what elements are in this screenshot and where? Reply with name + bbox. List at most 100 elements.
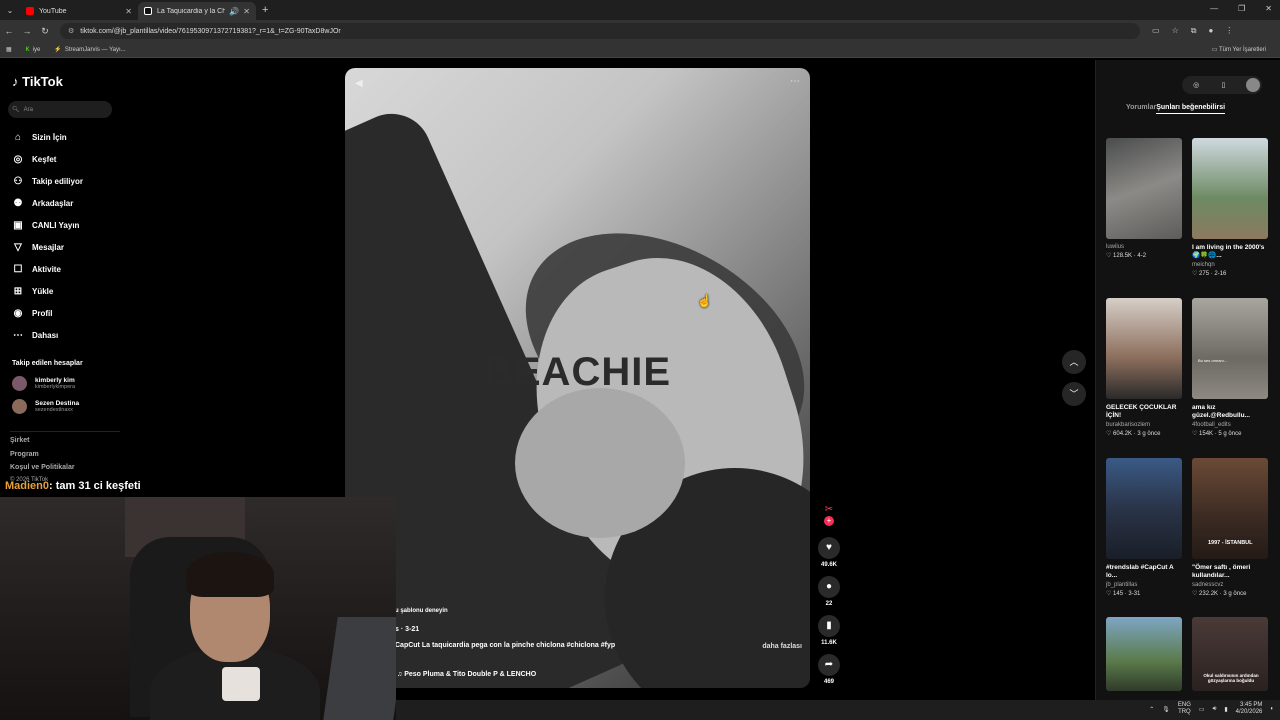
volume-icon[interactable]: ◀ xyxy=(355,78,363,89)
close-icon[interactable]: ✕ xyxy=(125,7,132,16)
close-icon[interactable]: ✕ xyxy=(243,7,250,16)
music-line[interactable]: ♫ Peso Pluma & Tito Double P & LENCHO xyxy=(397,671,536,678)
avatar[interactable] xyxy=(1246,78,1260,92)
cast-icon[interactable]: ▭ xyxy=(1152,26,1160,36)
profile-icon[interactable]: ● xyxy=(1208,26,1213,36)
audio-icon[interactable]: 🔊 xyxy=(229,7,239,16)
chat-username: Madien0 xyxy=(5,480,50,492)
video-thumbnail xyxy=(1106,298,1182,399)
url-field[interactable]: ⚙ tiktok.com/@jb_plantillas/video/761953… xyxy=(60,23,1140,39)
compass-icon[interactable]: ◎ xyxy=(1193,81,1199,89)
recommended-video-card[interactable]: #trendslab #CapCut A lo... jb_plantillas… xyxy=(1106,458,1182,597)
logo-text: TikTok xyxy=(22,74,63,89)
chat-text: : tam 31 ci keşfeti xyxy=(49,480,141,492)
battery-icon[interactable]: ▮ xyxy=(1224,706,1227,713)
tab-youtube[interactable]: YouTube ✕ xyxy=(20,2,138,20)
card-title: #trendslab #CapCut A lo... xyxy=(1106,564,1174,579)
recommended-video-card[interactable]: Okul saldırısının ardından gözyaşlarına … xyxy=(1192,617,1268,691)
apps-icon[interactable]: ▦ xyxy=(6,46,12,53)
home-icon: ⌂ xyxy=(14,131,22,143)
clock[interactable]: 3:45 PM 4/20/2026 xyxy=(1236,702,1263,716)
footer-link-program[interactable]: Program xyxy=(10,451,39,458)
like-count: 49.6K xyxy=(820,562,837,568)
recommended-video-card[interactable] xyxy=(1106,617,1182,691)
nav-item-friends[interactable]: ⚉ Arkadaşlar xyxy=(12,192,83,214)
save-button[interactable]: ▮ 11.6K xyxy=(818,615,840,646)
reload-icon[interactable]: ↻ xyxy=(36,26,54,37)
recommended-video-card[interactable]: I am living in the 2000's🌍🍀🌐... meichqn … xyxy=(1192,138,1268,277)
music-title: Peso Pluma & Tito Double P & LENCHO xyxy=(404,671,537,678)
nav-item-explore[interactable]: ◎ Keşfet xyxy=(12,148,83,170)
minimize-icon[interactable]: — xyxy=(1210,4,1218,13)
bookmark-item[interactable]: Kiye xyxy=(26,47,41,53)
nav-item-for-you[interactable]: ⌂ Sizin İçin xyxy=(12,126,83,148)
more-options-icon[interactable]: ⋯ xyxy=(790,76,800,87)
recommended-video-card[interactable]: luwilus ♡ 128.5K · 4-2 xyxy=(1106,138,1182,259)
tab-recommended[interactable]: Şunları beğenebilirsi xyxy=(1156,104,1226,114)
capcut-icon[interactable]: ✂ xyxy=(823,504,835,516)
footer-link-company[interactable]: Şirket xyxy=(10,437,29,444)
nav-item-more[interactable]: ⋯ Dahası xyxy=(12,324,83,346)
previous-video-button[interactable]: ︿ xyxy=(1062,350,1086,374)
tab-search-chevron-icon[interactable]: ⌄ xyxy=(0,6,20,15)
webcam-overlay xyxy=(0,497,396,720)
tab-comments[interactable]: Yorumlar xyxy=(1126,104,1156,114)
star-icon[interactable]: ☆ xyxy=(1172,26,1179,36)
site-info-icon[interactable]: ⚙ xyxy=(68,27,74,35)
video-caption: CapCut La taquicardia pega con la pinche… xyxy=(395,642,616,649)
new-tab-button[interactable]: + xyxy=(262,4,268,16)
forward-icon[interactable]: → xyxy=(18,26,36,36)
divider xyxy=(10,431,120,432)
share-icon: ➦ xyxy=(818,654,840,676)
comment-button[interactable]: ● 22 xyxy=(818,576,840,607)
nav-label: Keşfet xyxy=(32,154,57,164)
more-button[interactable]: daha fazlası xyxy=(762,643,802,650)
search-input[interactable]: 🔍︎ Ara xyxy=(8,101,112,118)
bookmark-item[interactable]: ⚡ StreamJarvis — Yayı... xyxy=(54,46,126,54)
avatar xyxy=(12,399,27,414)
video-player[interactable]: BEACHIE ◀ ⋯ u şablonu deneyin s · 3-21 C… xyxy=(345,68,810,688)
share-button[interactable]: ➦ 469 xyxy=(818,654,840,685)
recommended-video-card[interactable]: Bu ses ormanı... ama kız güzel.@Redbullu… xyxy=(1192,298,1268,437)
recommended-video-card[interactable]: 1997 - İSTANBUL "Ömer saftı , ömeri kull… xyxy=(1192,458,1268,597)
tiktok-logo[interactable]: ♪ TikTok xyxy=(12,74,63,89)
video-thumbnail xyxy=(1106,458,1182,559)
language-indicator[interactable]: ENG TRQ xyxy=(1178,702,1191,716)
menu-icon[interactable]: ⋮ xyxy=(1225,26,1233,36)
chevron-up-icon[interactable]: ⌃ xyxy=(1149,706,1154,713)
followed-account[interactable]: Sezen Destina sezendestinaxx xyxy=(12,399,79,414)
cam-monitor xyxy=(322,617,396,720)
card-user: burakbarisozlem xyxy=(1106,422,1151,428)
followed-account[interactable]: kimberly kim kimberlykimpera xyxy=(12,376,75,391)
folder-icon: ▭ xyxy=(1211,47,1219,53)
nav-item-profile[interactable]: ◉ Profil xyxy=(12,302,83,324)
device-icon[interactable]: ▯ xyxy=(1222,81,1226,89)
all-bookmarks[interactable]: ▭ Tüm Yer İşaretleri xyxy=(1212,46,1266,53)
profile-icon: ◉ xyxy=(13,307,23,319)
nav-item-messages[interactable]: ▽ Mesajlar xyxy=(12,236,83,258)
recommended-video-card[interactable]: GELECEK ÇOCUKLAR İÇİN! burakbarisozlem ♡… xyxy=(1106,298,1182,437)
nav-item-upload[interactable]: ⊞ Yükle xyxy=(12,280,83,302)
tab-bar: ⌄ YouTube ✕ La Taquicardia y la Chiclona… xyxy=(0,0,1280,20)
mic-icon[interactable]: 🎙︎ xyxy=(1162,706,1170,713)
nav-item-activity[interactable]: ☐ Aktivite xyxy=(12,258,83,280)
account-handle: kimberlykimpera xyxy=(35,384,76,390)
maximize-icon[interactable]: ❐ xyxy=(1238,4,1245,13)
window-close-icon[interactable]: ✕ xyxy=(1265,4,1272,13)
next-video-button[interactable]: ﹀ xyxy=(1062,382,1086,406)
nav-item-live[interactable]: ▣ CANLI Yayın xyxy=(12,214,83,236)
notification-icon[interactable]: ◐ xyxy=(1270,706,1274,712)
template-line[interactable]: u şablonu deneyin xyxy=(395,608,448,614)
footer-link-terms[interactable]: Koşul ve Politikalar xyxy=(10,464,75,471)
back-icon[interactable]: ← xyxy=(0,26,18,36)
tab-tiktok[interactable]: La Taquicardia y la Chiclona 🔊 ✕ xyxy=(138,2,256,20)
follow-plus-icon[interactable]: + xyxy=(818,516,840,526)
like-button[interactable]: ♥ 49.6K xyxy=(818,537,840,568)
bookmark-label: StreamJarvis — Yayı... xyxy=(64,46,126,53)
lang-top: ENG xyxy=(1177,702,1191,708)
comment-icon: ● xyxy=(818,576,840,598)
nav-item-following[interactable]: ⚇ Takip ediliyor xyxy=(12,170,83,192)
extensions-icon[interactable]: ⧉ xyxy=(1191,26,1197,36)
network-icon[interactable]: ▭ xyxy=(1199,706,1205,713)
volume-icon[interactable]: 🔊︎ xyxy=(1213,706,1217,713)
